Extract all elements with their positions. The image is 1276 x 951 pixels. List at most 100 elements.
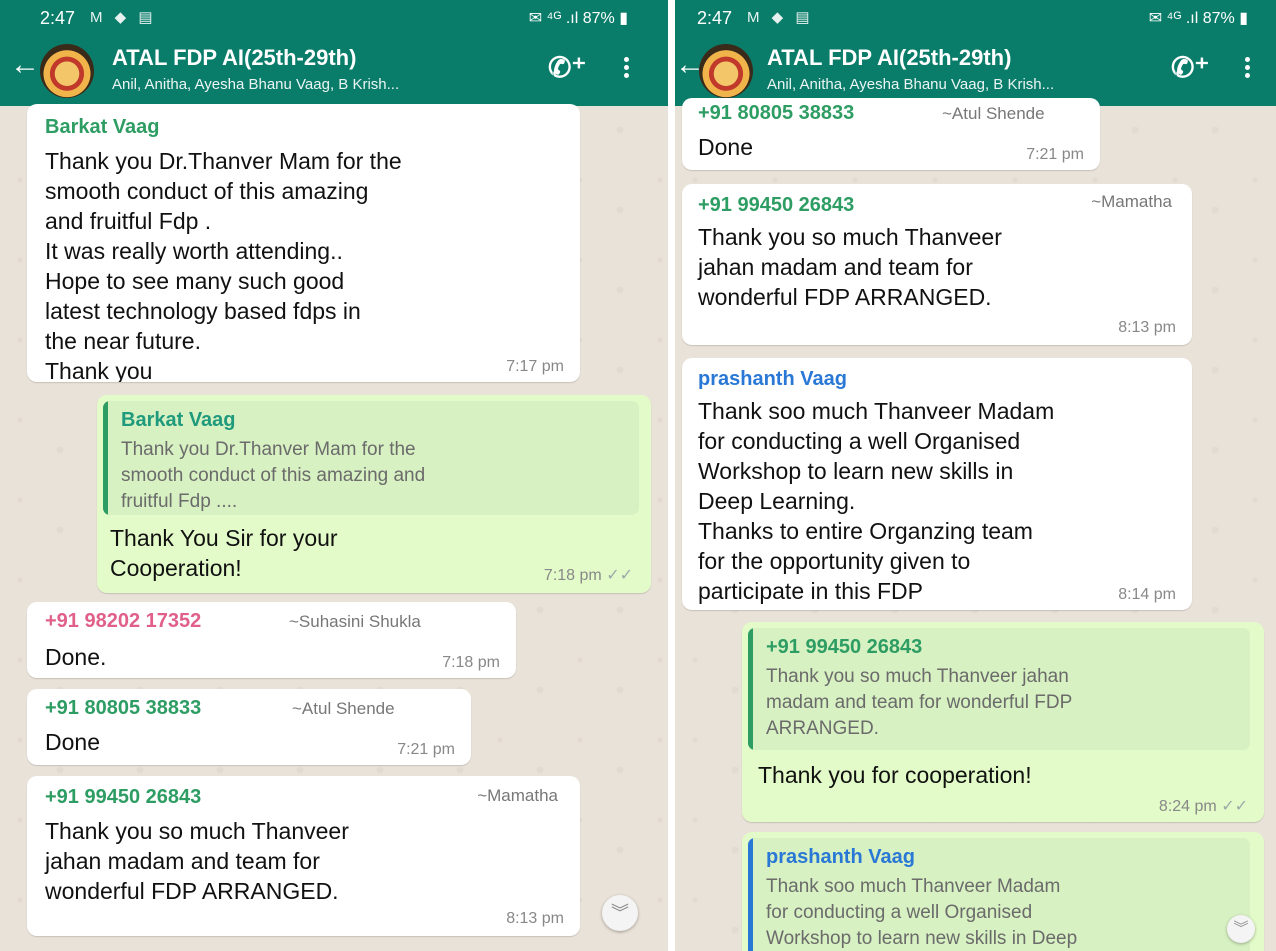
message-line: Thanks to entire Organzing team: [698, 518, 1033, 544]
read-ticks-icon: ✓✓: [606, 567, 633, 584]
double-chevron-down-icon[interactable]: ︾: [602, 895, 638, 931]
message-text: Done: [698, 134, 753, 160]
group-avatar[interactable]: [699, 44, 753, 98]
message-line: Thank you so much Thanveer: [698, 224, 1002, 250]
message-line: Hope to see many such good: [45, 268, 345, 294]
quote-line: fruitful Fdp ....: [121, 491, 238, 512]
message-line: Cooperation!: [110, 555, 242, 581]
more-vert-icon[interactable]: [1237, 54, 1257, 84]
right-screenshot: 2:47 M ◆ ▤ ✉ ⁴ᴳ .ıl 87% ▮ ← ATAL FDP AI(…: [675, 0, 1276, 951]
more-vert-icon[interactable]: [616, 54, 636, 84]
message-meta: 8:24 pm ✓✓: [1159, 796, 1248, 816]
message-line: for the opportunity given to: [698, 548, 971, 574]
signal-icon: ✉ ⁴ᴳ .ıl: [1148, 10, 1199, 27]
chat-participants[interactable]: Anil, Anitha, Ayesha Bhanu Vaag, B Krish…: [112, 76, 399, 93]
quoted-message[interactable]: Barkat Vaag Thank you Dr.Thanver Mam for…: [103, 401, 639, 515]
signal-icon: ✉ ⁴ᴳ .ıl: [528, 10, 579, 27]
message-line: for conducting a well Organised: [698, 428, 1021, 454]
chat-header: ← ATAL FDP AI(25th-29th) Anil, Anitha, A…: [675, 36, 1276, 106]
message-line: Thank you: [45, 358, 153, 382]
outgoing-message-bubble[interactable]: Barkat Vaag Thank you Dr.Thanver Mam for…: [97, 395, 651, 593]
message-meta: 7:18 pm ✓✓: [544, 565, 633, 585]
message-time: 8:13 pm: [506, 910, 564, 927]
chat-title[interactable]: ATAL FDP AI(25th-29th): [112, 45, 356, 71]
outgoing-message-bubble[interactable]: +91 99450 26843 Thank you so much Thanve…: [742, 622, 1264, 822]
message-text: Done: [45, 729, 100, 755]
sender-alias: ~Mamatha: [1091, 192, 1172, 211]
sender-phone: +91 99450 26843: [698, 194, 855, 216]
message-line: the near future.: [45, 328, 201, 354]
message-bubble[interactable]: Barkat Vaag Thank you Dr.Thanver Mam for…: [27, 104, 580, 382]
message-bubble[interactable]: +91 99450 26843 ~Mamatha Thank you so mu…: [27, 776, 580, 936]
message-line: and fruitful Fdp .: [45, 208, 212, 234]
quote-accent-bar: [748, 628, 753, 750]
message-line: wonderful FDP ARRANGED.: [698, 284, 992, 310]
quote-line: Workshop to learn new skills in Deep: [766, 928, 1078, 949]
message-text: Thank you so much Thanveer jahan madam a…: [698, 222, 1002, 312]
quoted-message[interactable]: +91 99450 26843 Thank you so much Thanve…: [748, 628, 1250, 750]
status-right: ✉ ⁴ᴳ .ıl 87% ▮: [1148, 10, 1248, 27]
chat-title[interactable]: ATAL FDP AI(25th-29th): [767, 45, 1011, 71]
message-line: Thank soo much Thanveer Madam: [698, 398, 1055, 424]
left-screenshot: 2:47 M ◆ ▤ ✉ ⁴ᴳ .ıl 87% ▮ ← ATAL FDP AI(…: [0, 0, 668, 951]
quote-line: Thank you Dr.Thanver Mam for the: [121, 439, 416, 460]
message-bubble[interactable]: +91 80805 38833 ~Atul Shende Done 7:21 p…: [27, 689, 471, 765]
quote-line: smooth conduct of this amazing and: [121, 465, 426, 486]
quote-line: for conducting a well Organised: [766, 902, 1033, 923]
add-call-icon[interactable]: ✆⁺: [1171, 54, 1209, 82]
message-time: 8:14 pm: [1118, 586, 1176, 603]
message-time: 8:13 pm: [1118, 319, 1176, 336]
message-text: Thank you so much Thanveer jahan madam a…: [45, 816, 349, 906]
message-line: Thank you Dr.Thanver Mam for the: [45, 148, 402, 174]
chat-participants[interactable]: Anil, Anitha, Ayesha Bhanu Vaag, B Krish…: [767, 76, 1054, 93]
message-bubble[interactable]: +91 98202 17352 ~Suhasini Shukla Done. 7…: [27, 602, 516, 678]
message-line: jahan madam and team for: [698, 254, 973, 280]
group-avatar[interactable]: [40, 44, 94, 98]
sender-phone: +91 99450 26843: [45, 786, 202, 808]
message-line: It was really worth attending..: [45, 238, 343, 264]
status-bar: 2:47 M ◆ ▤ ✉ ⁴ᴳ .ıl 87% ▮: [675, 0, 1276, 36]
quote-accent-bar: [748, 838, 753, 951]
message-time: 8:24 pm: [1158, 798, 1217, 815]
battery-level: 87%: [1202, 10, 1235, 27]
double-chevron-down-icon[interactable]: ︾: [1227, 915, 1255, 943]
battery-level: 87%: [582, 10, 615, 27]
sender-phone: +91 80805 38833: [698, 102, 855, 124]
quote-line: Thank you so much Thanveer jahan: [766, 666, 1069, 687]
message-line: wonderful FDP ARRANGED.: [45, 878, 339, 904]
message-text: Thank You Sir for your Cooperation!: [110, 523, 338, 583]
sender-alias: ~Atul Shende: [942, 104, 1045, 123]
quoted-text: Thank soo much Thanveer Madam for conduc…: [766, 874, 1077, 951]
message-text: Thank you Dr.Thanver Mam for the smooth …: [45, 146, 402, 382]
message-text: Thank soo much Thanveer Madam for conduc…: [698, 396, 1054, 606]
message-line: Thank You Sir for your: [110, 525, 338, 551]
sender-phone: +91 80805 38833: [45, 697, 202, 719]
message-bubble[interactable]: +91 99450 26843 ~Mamatha Thank you so mu…: [682, 184, 1192, 345]
quoted-sender: +91 99450 26843: [766, 636, 923, 658]
message-bubble[interactable]: prashanth Vaag Thank soo much Thanveer M…: [682, 358, 1192, 610]
quoted-sender: Barkat Vaag: [121, 409, 236, 431]
chat-header: ← ATAL FDP AI(25th-29th) Anil, Anitha, A…: [0, 36, 668, 106]
outgoing-message-bubble[interactable]: prashanth Vaag Thank soo much Thanveer M…: [742, 832, 1264, 951]
notification-icons: M ◆ ▤: [90, 9, 157, 26]
message-line: smooth conduct of this amazing: [45, 178, 369, 204]
add-call-icon[interactable]: ✆⁺: [548, 54, 586, 82]
sender-phone: +91 98202 17352: [45, 610, 202, 632]
quote-line: madam and team for wonderful FDP: [766, 692, 1073, 713]
message-line: jahan madam and team for: [45, 848, 320, 874]
read-ticks-icon: ✓✓: [1221, 798, 1248, 815]
status-right: ✉ ⁴ᴳ .ıl 87% ▮: [528, 10, 628, 27]
notification-icons: M ◆ ▤: [747, 9, 814, 26]
sender-alias: ~Mamatha: [477, 786, 558, 805]
quote-accent-bar: [103, 401, 108, 515]
message-bubble[interactable]: +91 80805 38833 ~Atul Shende Done 7:21 p…: [682, 98, 1100, 170]
status-time: 2:47: [697, 8, 733, 28]
status-time: 2:47: [40, 8, 76, 28]
quoted-text: Thank you so much Thanveer jahan madam a…: [766, 664, 1072, 742]
back-arrow-icon[interactable]: ←: [10, 50, 40, 80]
quote-line: ARRANGED.: [766, 718, 879, 739]
message-line: latest technology based fdps in: [45, 298, 361, 324]
message-line: Thank you so much Thanveer: [45, 818, 349, 844]
message-line: Workshop to learn new skills in: [698, 458, 1014, 484]
quoted-message[interactable]: prashanth Vaag Thank soo much Thanveer M…: [748, 838, 1250, 951]
